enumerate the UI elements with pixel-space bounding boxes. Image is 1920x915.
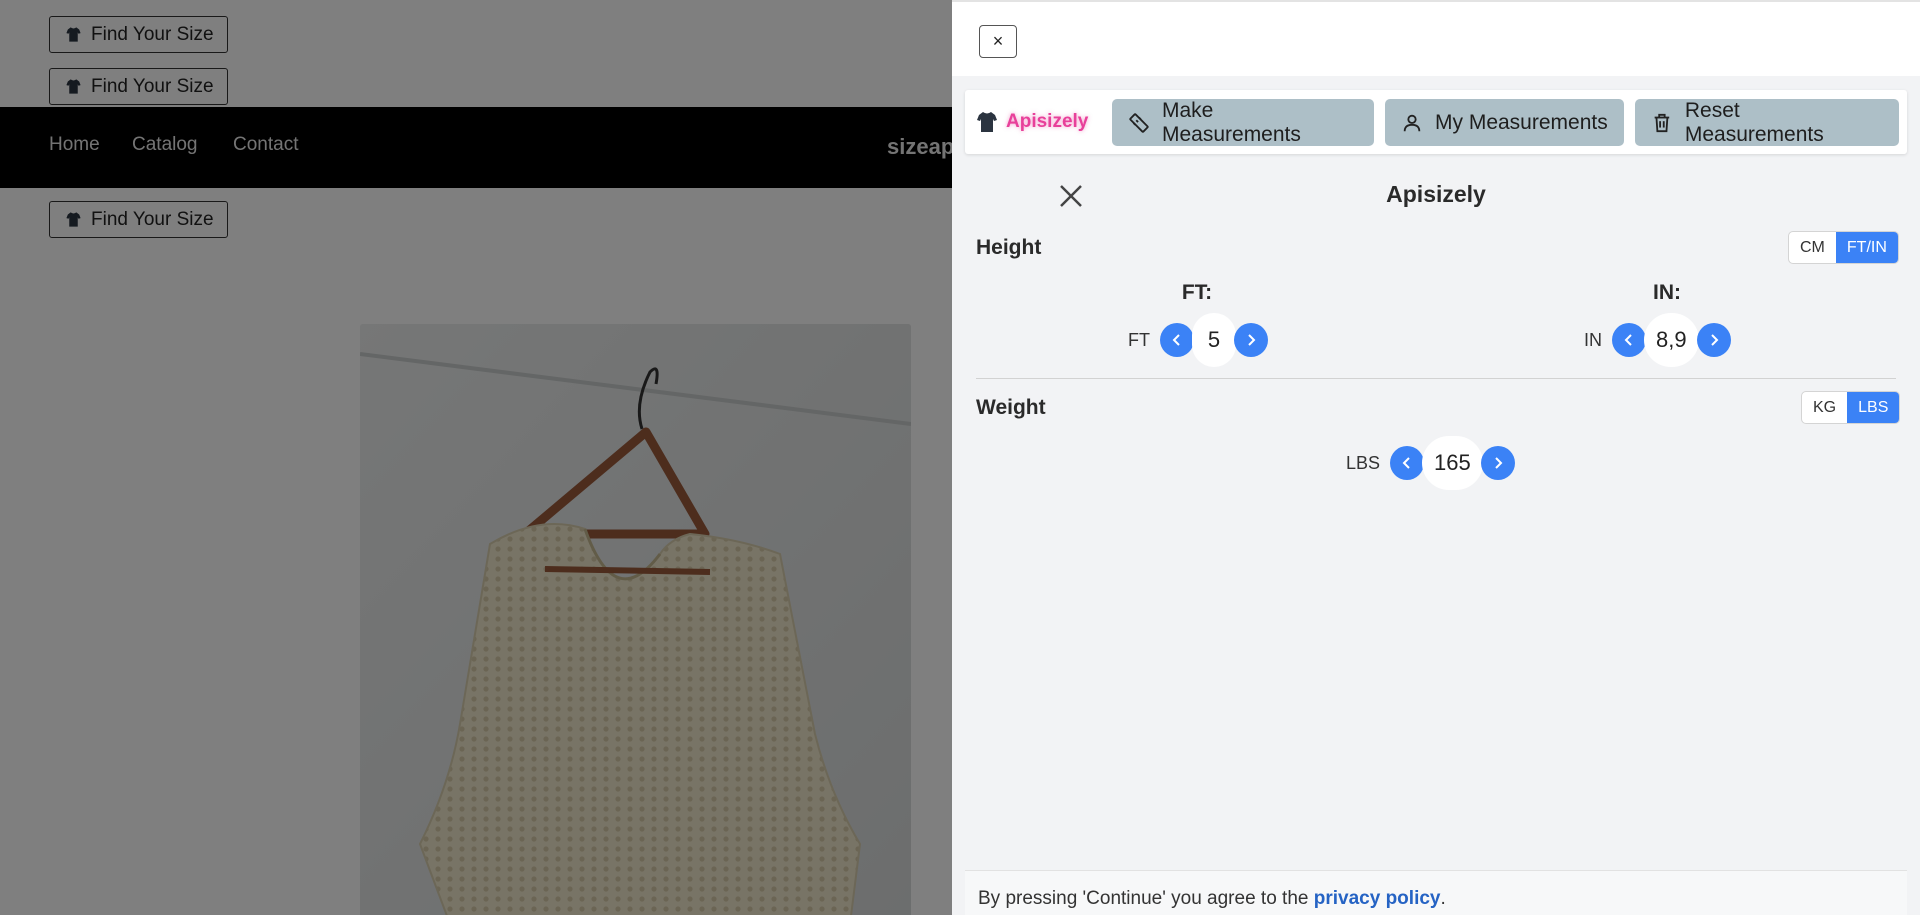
ft-unit-label: FT <box>1128 329 1150 350</box>
chevron-left-icon <box>1172 334 1180 346</box>
size-finder-panel: × Apisizely Make Measurements My Measure… <box>952 0 1920 915</box>
reset-measurements-label: Reset Measurements <box>1684 98 1824 146</box>
weight-unit-kg[interactable]: KG <box>1802 392 1847 423</box>
privacy-footer: By pressing 'Continue' you agree to the … <box>965 870 1907 915</box>
footer-text: By pressing 'Continue' you agree to the <box>978 888 1314 909</box>
weight-increment-button[interactable] <box>1480 446 1515 480</box>
weight-decrement-button[interactable] <box>1390 446 1425 480</box>
height-unit-toggle: CM FT/IN <box>1788 231 1899 264</box>
apisizely-logo: Apisizely <box>975 110 1088 134</box>
weight-value[interactable]: 165 <box>1422 436 1483 490</box>
weight-unit-toggle: KG LBS <box>1801 391 1901 424</box>
height-unit-ftin[interactable]: FT/IN <box>1835 232 1898 263</box>
reset-measurements-button[interactable]: Reset Measurements <box>1635 99 1899 146</box>
ft-stepper: FT 5 <box>1128 313 1268 367</box>
height-unit-cm[interactable]: CM <box>1789 232 1836 263</box>
modal-backdrop[interactable] <box>0 0 952 915</box>
weight-stepper: LBS 165 <box>1346 436 1515 490</box>
in-increment-button[interactable] <box>1696 323 1731 357</box>
ft-value[interactable]: 5 <box>1192 313 1236 367</box>
make-measurements-button[interactable]: Make Measurements <box>1112 99 1374 146</box>
chevron-right-icon <box>1495 457 1503 469</box>
in-value[interactable]: 8,9 <box>1644 313 1699 367</box>
section-divider <box>976 378 1896 379</box>
panel-toolbar: Apisizely Make Measurements My Measureme… <box>965 90 1907 154</box>
panel-header: × <box>952 0 1920 76</box>
in-stepper: IN 8,9 <box>1584 313 1731 367</box>
in-decrement-button[interactable] <box>1612 323 1646 357</box>
user-icon <box>1403 114 1421 131</box>
footer-period: . <box>1440 888 1446 909</box>
chevron-left-icon <box>1624 334 1632 346</box>
ft-increment-button[interactable] <box>1234 323 1268 357</box>
height-label: Height <box>976 236 1042 259</box>
chevron-left-icon <box>1402 457 1410 469</box>
privacy-policy-link[interactable]: privacy policy <box>1314 888 1441 909</box>
ft-header: FT: <box>1181 281 1213 304</box>
weight-label: Weight <box>976 396 1046 419</box>
logo-text: Apisizely <box>1006 111 1089 132</box>
my-measurements-button[interactable]: My Measurements <box>1385 99 1624 146</box>
in-unit-label: IN <box>1584 329 1602 350</box>
weight-unit-label: LBS <box>1346 452 1381 473</box>
my-measurements-label: My Measurements <box>1435 110 1608 134</box>
chevron-right-icon <box>1710 334 1719 346</box>
panel-close-button[interactable]: × <box>979 25 1017 58</box>
weight-unit-lbs[interactable]: LBS <box>1847 392 1900 423</box>
shirt-icon <box>977 112 997 132</box>
ft-decrement-button[interactable] <box>1160 323 1194 357</box>
chevron-right-icon <box>1248 334 1256 346</box>
modal-title: Apisizely <box>1386 181 1486 207</box>
ruler-icon <box>1129 112 1149 133</box>
make-measurements-label: Make Measurements <box>1161 98 1301 146</box>
close-icon[interactable] <box>1058 183 1084 209</box>
trash-icon <box>1654 113 1670 132</box>
in-header: IN: <box>1653 281 1681 304</box>
